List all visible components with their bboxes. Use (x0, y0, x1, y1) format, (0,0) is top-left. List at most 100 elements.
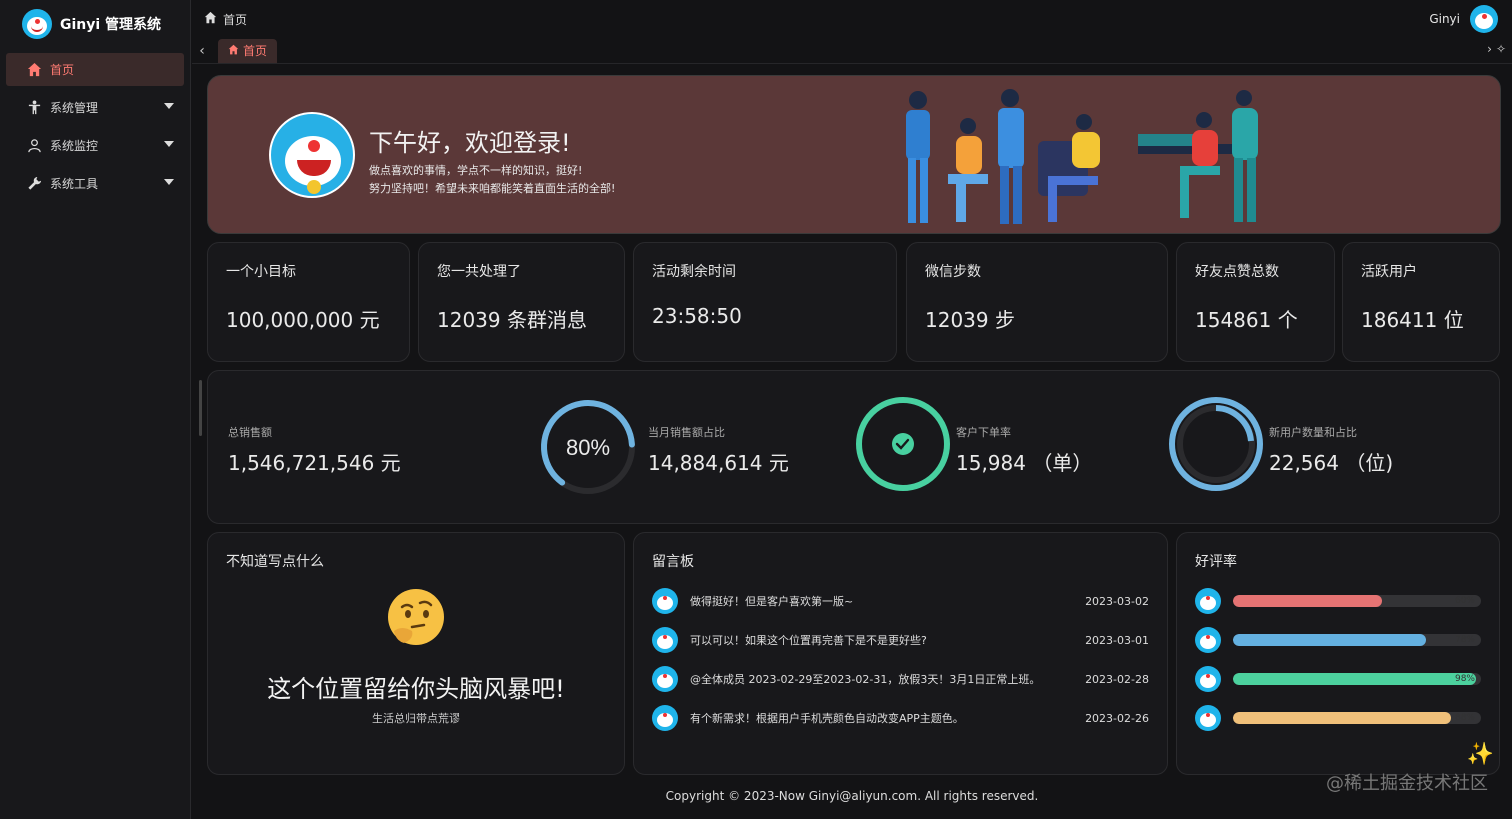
new-user-value: 22,564 （位) (1269, 451, 1394, 475)
month-sales-value: 14,884,614 元 (648, 451, 789, 475)
stat-card: 好友点赞总数 154861 个 (1176, 242, 1335, 362)
message-date: 2023-02-28 (1085, 672, 1149, 686)
welcome-title: 下午好，欢迎登录! (369, 129, 571, 157)
avatar (1195, 666, 1221, 692)
stat-card: 一个小目标 100,000,000 元 (207, 242, 410, 362)
sidebar-item-system-manage[interactable]: 系统管理 (6, 91, 184, 124)
main-content: 下午好，欢迎登录! 做点喜欢的事情，学点不一样的知识，挺好! 努力坚持吧！希望未… (192, 64, 1512, 819)
stat-label: 活动剩余时间 (652, 264, 736, 280)
list-item[interactable]: 可以可以！如果这个位置再完善下是不是更好些? 2023-03-01 (652, 625, 1149, 655)
new-user-ring (1169, 397, 1263, 491)
avatar (652, 627, 678, 653)
doraemon-avatar (269, 112, 355, 198)
sidebar-item-label: 系统工具 (50, 177, 99, 191)
ring-percent-text: 80% (566, 435, 610, 460)
home-icon (228, 44, 239, 58)
person-icon (26, 100, 42, 116)
home-icon (26, 62, 42, 78)
message-date: 2023-03-02 (1085, 594, 1149, 608)
user-menu[interactable]: Ginyi (1429, 5, 1498, 33)
progress-label: 60% (1454, 596, 1475, 606)
rating-row: 88% (1195, 705, 1481, 731)
brainstorm-sub: 生活总归带点荒谬 (372, 712, 460, 725)
total-sales-value: 1,546,721,546 元 (228, 451, 401, 475)
list-item[interactable]: @全体成员 2023-02-29至2023-02-31，放假3天！3月1日正常上… (652, 664, 1149, 694)
avatar (652, 666, 678, 692)
rating-row: 98% (1195, 666, 1481, 692)
chevron-right-icon[interactable]: › (1487, 42, 1492, 56)
chevron-down-icon (164, 141, 174, 147)
stat-card: 微信步数 12039 步 (906, 242, 1168, 362)
avatar (1195, 627, 1221, 653)
stat-label: 您一共处理了 (437, 264, 521, 280)
watermark: @稀土掘金技术社区 (1326, 773, 1488, 794)
progress-label: 98% (1454, 674, 1475, 684)
top-header: 首页 Ginyi (192, 0, 1512, 38)
stat-card: 您一共处理了 12039 条群消息 (418, 242, 625, 362)
order-rate-value: 15,984 （单） (956, 451, 1093, 475)
message-text: 可以可以！如果这个位置再完善下是不是更好些? (690, 634, 927, 647)
app-root: Ginyi 管理系统 首页 系统管理 系统监控 系统工具 首页 Ginyi ‹ … (0, 0, 1512, 819)
thinking-face-icon (388, 589, 444, 645)
tab-home[interactable]: 首页 (218, 38, 278, 63)
list-item[interactable]: 有个新需求！根据用户手机壳颜色自动改变APP主题色。 2023-02-26 (652, 703, 1149, 733)
sidebar-item-system-tools[interactable]: 系统工具 (6, 167, 184, 200)
sparkle-icon[interactable]: ✨ (1467, 742, 1494, 767)
sidebar: Ginyi 管理系统 首页 系统管理 系统监控 系统工具 (0, 0, 191, 819)
stat-label: 一个小目标 (226, 264, 296, 280)
order-rate-label: 客户下单率 (956, 426, 1011, 439)
stat-card: 活动剩余时间 23:58:50 (633, 242, 897, 362)
progress-bar: 98% (1233, 673, 1481, 685)
card-title: 留言板 (652, 554, 694, 570)
user-icon (26, 138, 42, 154)
stat-value: 12039 步 (925, 308, 1015, 332)
brainstorm-headline: 这个位置留给你头脑风暴吧! (267, 675, 565, 703)
logo (22, 9, 52, 39)
stat-label: 活跃用户 (1361, 264, 1417, 280)
month-sales-ring: 80% (541, 400, 635, 494)
sidebar-item-label: 首页 (50, 63, 75, 77)
message-date: 2023-03-01 (1085, 633, 1149, 647)
progress-bar: 88% (1233, 712, 1481, 724)
tabs-bar: ‹ 首页 › ✧ (192, 38, 1512, 64)
sidebar-item-label: 系统管理 (50, 101, 99, 115)
welcome-line-1: 做点喜欢的事情，学点不一样的知识，挺好! (369, 164, 583, 177)
message-text: 有个新需求！根据用户手机壳颜色自动改变APP主题色。 (690, 712, 964, 725)
avatar (1195, 705, 1221, 731)
wrench-icon (26, 176, 42, 192)
avatar[interactable] (1470, 5, 1498, 33)
chevron-down-icon (164, 103, 174, 109)
card-title: 好评率 (1195, 554, 1237, 570)
avatar (652, 588, 678, 614)
sidebar-item-label: 系统监控 (50, 139, 99, 153)
username: Ginyi (1429, 12, 1460, 26)
sidebar-item-system-monitor[interactable]: 系统监控 (6, 129, 184, 162)
breadcrumb[interactable]: 首页 (204, 11, 247, 28)
pin-icon[interactable]: ✧ (1496, 42, 1506, 56)
avatar (1195, 588, 1221, 614)
welcome-line-2: 努力坚持吧！希望未来咱都能笑着直面生活的全部! (369, 182, 616, 195)
sidebar-item-home[interactable]: 首页 (6, 53, 184, 86)
brand[interactable]: Ginyi 管理系统 (0, 0, 190, 48)
rating-row: 78% (1195, 627, 1481, 653)
stat-card: 活跃用户 186411 位 (1342, 242, 1500, 362)
chevron-left-icon[interactable]: ‹ (192, 43, 212, 59)
welcome-banner: 下午好，欢迎登录! 做点喜欢的事情，学点不一样的知识，挺好! 努力坚持吧！希望未… (207, 75, 1501, 234)
message-text: 做得挺好！但是客户喜欢第一版~ (690, 595, 854, 608)
progress-bar: 78% (1233, 634, 1481, 646)
rating-row: 60% (1195, 588, 1481, 614)
avatar (652, 705, 678, 731)
stat-value: 154861 个 (1195, 308, 1298, 332)
stat-value: 186411 位 (1361, 308, 1464, 332)
total-sales-label: 总销售额 (228, 426, 272, 439)
new-user-label: 新用户数量和占比 (1269, 426, 1357, 439)
scrollbar[interactable] (199, 380, 202, 436)
footer: Copyright © 2023-Now Ginyi@aliyun.com. A… (665, 789, 1039, 803)
progress-bar: 60% (1233, 595, 1481, 607)
progress-label: 78% (1454, 635, 1475, 645)
list-item[interactable]: 做得挺好！但是客户喜欢第一版~ 2023-03-02 (652, 586, 1149, 616)
sales-card: 总销售额 1,546,721,546 元 80% 当月销售额占比 14,884,… (207, 370, 1500, 524)
stat-label: 微信步数 (925, 264, 981, 280)
stat-value: 23:58:50 (652, 304, 742, 328)
stat-label: 好友点赞总数 (1195, 264, 1279, 280)
